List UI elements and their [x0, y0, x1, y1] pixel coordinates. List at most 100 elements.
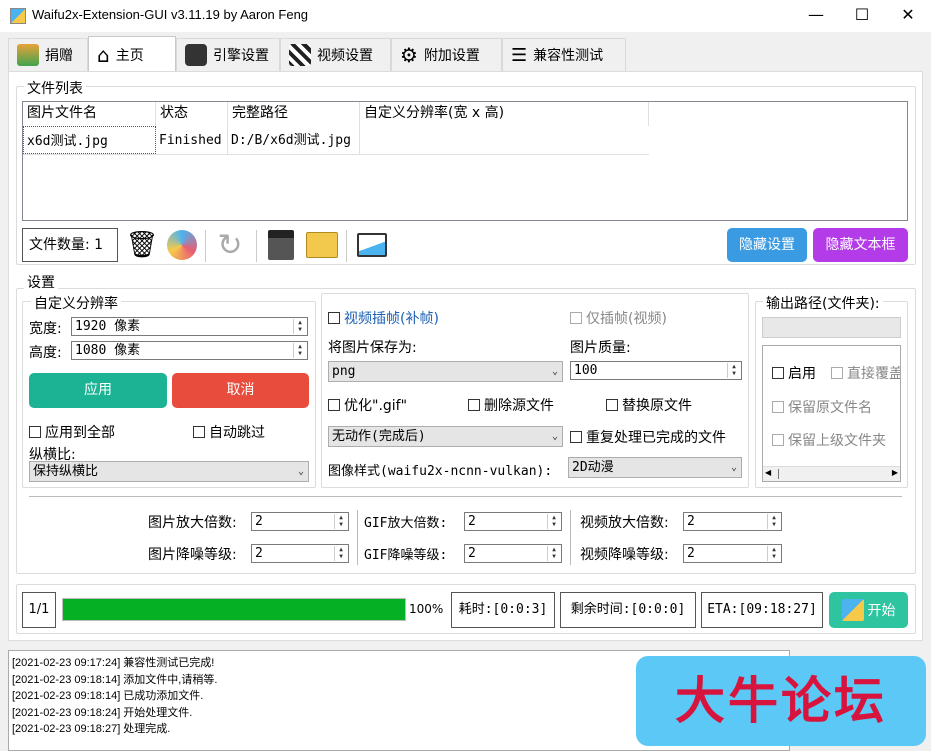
- spin-arrows-icon[interactable]: ▲ ▼: [547, 546, 560, 561]
- img-denoise-label: 图片降噪等级:: [148, 547, 237, 563]
- gif-scale-input[interactable]: 2 ▲ ▼: [464, 512, 562, 531]
- spin-arrows-icon[interactable]: ▲ ▼: [547, 514, 560, 529]
- tab-video-settings[interactable]: 视频设置: [280, 38, 391, 71]
- chevron-down-icon: ⌄: [297, 466, 304, 477]
- elapsed-time: 耗时:[0:0:3]: [451, 592, 555, 628]
- cell-path: D:/B/x6d测试.jpg: [228, 126, 360, 154]
- save-format-select[interactable]: png ⌄: [328, 361, 563, 382]
- keep-parent-checkbox[interactable]: 保留上级文件夹: [772, 430, 886, 450]
- toolbar-separator: [256, 230, 257, 262]
- gif-denoise-input[interactable]: 2 ▲ ▼: [464, 544, 562, 563]
- output-options-scrollarea[interactable]: 启用 直接覆盖 保留原文件名 保留上级文件夹 ◀ ▶: [762, 345, 901, 482]
- log-line: [2021-02-23 09:18:14] 添加文件中,请稍等.: [12, 673, 218, 686]
- remaining-time: 剩余时间:[0:0:0]: [560, 592, 696, 628]
- save-list-icon[interactable]: [263, 227, 299, 263]
- maximize-button[interactable]: ☐: [839, 0, 885, 32]
- divider: [29, 496, 902, 497]
- quality-input[interactable]: 100 ▲ ▼: [570, 361, 742, 380]
- tab-donate[interactable]: 捐赠: [8, 38, 88, 71]
- img-scale-input[interactable]: 2 ▲ ▼: [251, 512, 349, 531]
- spin-arrows-icon[interactable]: ▲ ▼: [293, 319, 306, 334]
- gif-denoise-label: GIF降噪等级:: [364, 548, 448, 563]
- clapperboard-icon: [289, 44, 311, 66]
- minimize-button[interactable]: —: [793, 0, 839, 32]
- scroll-right-icon[interactable]: ▶: [892, 468, 898, 477]
- remove-item-icon[interactable]: 🗑: [124, 227, 160, 263]
- optimize-gif-checkbox[interactable]: 优化".gif": [328, 395, 407, 415]
- hide-settings-button[interactable]: 隐藏设置: [727, 228, 807, 262]
- start-button[interactable]: 开始: [829, 592, 908, 628]
- spin-arrows-icon[interactable]: ▲ ▼: [727, 363, 740, 378]
- reprocess-checkbox[interactable]: 重复处理已完成的文件: [570, 427, 726, 447]
- app-icon: [10, 8, 26, 24]
- toolbar-separator: [205, 230, 206, 262]
- window-title: Waifu2x-Extension-GUI v3.11.19 by Aaron …: [32, 7, 309, 22]
- video-interp-checkbox[interactable]: 视频插帧(补帧): [328, 308, 439, 328]
- scroll-left-icon[interactable]: ◀: [765, 468, 771, 477]
- replace-original-checkbox[interactable]: 替换原文件: [606, 395, 692, 415]
- log-line: [2021-02-23 09:18:27] 处理完成.: [12, 723, 171, 735]
- apply-all-checkbox[interactable]: 应用到全部: [29, 422, 115, 442]
- file-count: 文件数量: 1: [22, 228, 118, 262]
- interp-only-checkbox[interactable]: 仅插帧(视频): [570, 308, 667, 328]
- home-icon: ⌂: [97, 42, 110, 67]
- width-label: 宽度:: [29, 321, 62, 337]
- col-filename[interactable]: 图片文件名: [23, 102, 156, 126]
- col-custom-res[interactable]: 自定义分辨率(宽 x 高): [360, 102, 649, 126]
- hide-textbox-button[interactable]: 隐藏文本框: [813, 228, 908, 262]
- after-finish-select[interactable]: 无动作(完成后) ⌄: [328, 426, 563, 447]
- table-header: 图片文件名 状态 完整路径 自定义分辨率(宽 x 高): [23, 102, 649, 126]
- add-image-icon[interactable]: [354, 227, 390, 263]
- height-label: 高度:: [29, 345, 62, 361]
- save-as-label: 将图片保存为:: [328, 340, 417, 356]
- spin-arrows-icon[interactable]: ▲ ▼: [293, 343, 306, 358]
- tab-home[interactable]: ⌂ 主页: [88, 36, 176, 72]
- tab-compat-test[interactable]: ☰ 兼容性测试: [502, 38, 626, 71]
- start-icon: [841, 599, 864, 621]
- spin-arrows-icon[interactable]: ▲ ▼: [334, 514, 347, 529]
- col-status[interactable]: 状态: [156, 102, 228, 126]
- delete-source-checkbox[interactable]: 删除源文件: [468, 395, 554, 415]
- aspect-select[interactable]: 保持纵横比 ⌄: [29, 461, 309, 482]
- cancel-button[interactable]: 取消: [172, 373, 309, 408]
- vid-denoise-input[interactable]: 2 ▲ ▼: [683, 544, 782, 563]
- close-button[interactable]: ✕: [885, 0, 931, 32]
- file-table[interactable]: 图片文件名 状态 完整路径 自定义分辨率(宽 x 高) x6d测试.jpg Fi…: [22, 101, 908, 221]
- overwrite-checkbox[interactable]: 直接覆盖: [831, 363, 900, 383]
- checklist-icon: ☰: [511, 44, 528, 66]
- vid-denoise-label: 视频降噪等级:: [580, 547, 669, 563]
- output-path-title: 输出路径(文件夹):: [763, 293, 883, 313]
- gif-scale-label: GIF放大倍数:: [364, 516, 448, 531]
- spin-arrows-icon[interactable]: ▲ ▼: [334, 546, 347, 561]
- scroll-thumb[interactable]: [778, 469, 779, 479]
- horizontal-scrollbar[interactable]: ◀ ▶: [763, 466, 900, 481]
- settings-title: 设置: [24, 272, 58, 292]
- img-scale-label: 图片放大倍数:: [148, 515, 237, 531]
- progress-bar: [62, 598, 406, 621]
- progress-percent: 100%: [409, 602, 444, 616]
- output-path-input[interactable]: [762, 317, 901, 338]
- apply-button[interactable]: 应用: [29, 373, 167, 408]
- refresh-icon[interactable]: ↻: [212, 227, 248, 263]
- open-folder-icon[interactable]: [304, 227, 340, 263]
- style-select[interactable]: 2D动漫 ⌄: [568, 457, 742, 478]
- log-line: [2021-02-23 09:18:24] 开始处理文件.: [12, 706, 193, 719]
- cell-status: Finished: [156, 126, 228, 154]
- enable-output-checkbox[interactable]: 启用: [772, 363, 816, 383]
- tab-engine-settings[interactable]: 引擎设置: [176, 38, 280, 71]
- width-input[interactable]: 1920 像素 ▲ ▼: [71, 317, 308, 336]
- clear-list-icon[interactable]: [164, 227, 200, 263]
- tab-extra-settings[interactable]: ⚙ 附加设置: [391, 38, 502, 71]
- img-denoise-input[interactable]: 2 ▲ ▼: [251, 544, 349, 563]
- col-path[interactable]: 完整路径: [228, 102, 360, 126]
- auto-skip-checkbox[interactable]: 自动跳过: [193, 422, 265, 442]
- gear-icon: ⚙: [400, 43, 418, 67]
- spin-arrows-icon[interactable]: ▲ ▼: [767, 546, 780, 561]
- title-bar: Waifu2x-Extension-GUI v3.11.19 by Aaron …: [0, 0, 931, 32]
- spin-arrows-icon[interactable]: ▲ ▼: [767, 514, 780, 529]
- toolbar-separator: [346, 230, 347, 262]
- keep-name-checkbox[interactable]: 保留原文件名: [772, 397, 872, 417]
- height-input[interactable]: 1080 像素 ▲ ▼: [71, 341, 308, 360]
- table-row[interactable]: x6d测试.jpg Finished D:/B/x6d测试.jpg: [23, 126, 649, 155]
- vid-scale-input[interactable]: 2 ▲ ▼: [683, 512, 782, 531]
